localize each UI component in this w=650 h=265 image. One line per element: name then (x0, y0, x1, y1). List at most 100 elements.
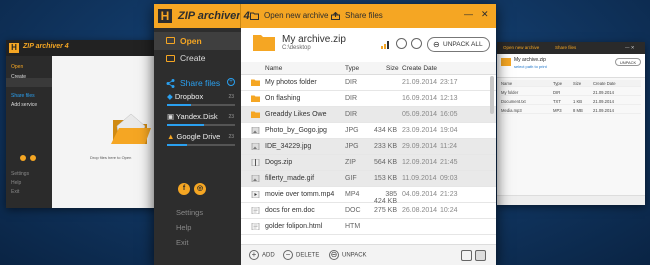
file-date: 11.09.2014 (402, 175, 437, 182)
background-bottom-ribbon (497, 195, 645, 205)
yandex-disk-usage-bar (167, 124, 235, 126)
file-row[interactable]: My photos folder DIR 21.09.2014 23:17 (241, 75, 496, 91)
file-row[interactable]: Photo_by_Gogo.jpg JPG 434 KB 23.09.2014 19:0… (241, 123, 496, 139)
minimize-button[interactable]: — (464, 9, 473, 19)
background-row: Media.mp3 MP3 8 MB 21.09.2014 (501, 107, 641, 114)
unpack-all-button[interactable]: ⊖ UNPACK ALL (427, 37, 490, 52)
background-column-headers: Name Type Size Create Date (501, 80, 641, 87)
background-row: Document.txt TXT 1 KB 21.09.2014 (501, 98, 641, 105)
background-open-item: Open (11, 64, 24, 70)
grid-view-icon[interactable] (475, 250, 486, 261)
archive-path: C:\desktop (282, 45, 311, 51)
unpack-button[interactable]: ⊖ UNPACK (329, 250, 367, 260)
file-time: 21:45 (440, 159, 458, 166)
background-unpack-button: UNPACK (615, 58, 641, 66)
sidebar-item-dropbox-label: Dropbox (174, 92, 204, 101)
sidebar-item-dropbox[interactable]: ◆ Dropbox (167, 92, 203, 101)
file-type: DIR (345, 95, 358, 102)
file-time: 12:13 (440, 95, 458, 102)
folder-open-icon (166, 37, 175, 44)
file-row[interactable]: golder folipon.html HTM (241, 219, 496, 235)
file-row[interactable]: Greaddy Likes Owe DIR 05.09.2014 16:05 (241, 107, 496, 123)
file-time: 10:24 (440, 207, 458, 214)
file-name: golder folipon.html (265, 223, 323, 230)
open-new-archive-button[interactable]: Open new archive (250, 11, 328, 20)
google-drive-usage-bar (167, 144, 235, 146)
file-row[interactable]: IDE_34229.jpg JPG 233 KB 29.09.2014 11:24 (241, 139, 496, 155)
sidebar-item-help[interactable]: Help (176, 223, 191, 232)
sidebar-share-files-label: Share files (180, 78, 221, 88)
zip-file-icon (251, 159, 260, 166)
document-file-icon (251, 223, 260, 230)
file-type: DIR (345, 79, 358, 86)
sidebar-item-open-label: Open (180, 36, 202, 46)
sidebar-share-files-header[interactable]: Share files + (154, 76, 241, 90)
unpack-all-label: UNPACK ALL (443, 41, 483, 48)
file-row[interactable]: docs for em.doc DOC 275 KB 26.08.2014 10:24 (241, 203, 496, 219)
file-row[interactable]: movie over tomm.mp4 MP4 385 424 KB 04.09.20… (241, 187, 496, 205)
background-row: My folder DIR 21.09.2014 (501, 89, 641, 96)
file-name: On flashing (265, 95, 301, 102)
compression-level-icon (381, 41, 389, 49)
list-view-icon[interactable] (461, 250, 472, 261)
file-date: 21.09.2014 (402, 79, 438, 86)
sidebar-item-create[interactable]: Create (154, 50, 241, 66)
file-size: 233 KB (374, 143, 397, 150)
image-file-icon (251, 175, 260, 182)
lock-icon[interactable] (396, 38, 407, 49)
minus-icon: − (283, 250, 293, 260)
close-button[interactable]: ✕ (481, 9, 489, 20)
file-size: 564 KB (374, 159, 397, 166)
file-name: IDE_34229.jpg (265, 143, 312, 150)
folder-icon (251, 79, 260, 86)
file-time: 09:03 (440, 175, 458, 182)
sidebar-item-google-drive[interactable]: ▲ Google Drive (167, 132, 220, 141)
background-create-item: Create (11, 74, 27, 80)
column-header-type[interactable]: Type (345, 65, 359, 72)
dropbox-icon: ◆ (167, 92, 175, 101)
create-archive-icon (166, 55, 175, 62)
facebook-icon (20, 155, 26, 161)
column-header-size[interactable]: Size (386, 65, 399, 72)
google-drive-count: 23 (228, 134, 234, 140)
add-button[interactable]: + ADD (249, 250, 275, 260)
file-list-scrollbar[interactable] (490, 76, 494, 231)
instagram-icon (30, 155, 36, 161)
file-name: My photos folder (265, 79, 317, 86)
instagram-icon[interactable]: ◎ (194, 183, 206, 195)
add-service-icon[interactable]: + (227, 78, 235, 86)
sidebar-item-settings[interactable]: Settings (176, 208, 203, 217)
facebook-icon[interactable]: f (178, 183, 190, 195)
file-time: 16:05 (440, 111, 458, 118)
column-header-create-date[interactable]: Create Date (402, 65, 437, 72)
sidebar: Open Create Share files + ◆ Dropbox 23 ▣… (154, 28, 241, 265)
background-window-left-title: ZIP archiver 4 (23, 43, 69, 50)
info-icon[interactable] (411, 38, 422, 49)
unpack-all-icon: ⊖ (433, 40, 440, 49)
app-title: ZIP archiver 4 (178, 10, 250, 22)
background-add-service: Add service (11, 102, 38, 108)
yandex-disk-usage-fill (167, 124, 205, 126)
sidebar-item-open[interactable]: Open (154, 32, 241, 50)
column-header-name[interactable]: Name (265, 65, 282, 72)
file-row[interactable]: fillerty_made.gif GIF 153 KB 11.09.2014 09:0… (241, 171, 496, 187)
dropbox-usage-bar (167, 104, 235, 106)
file-time: 21:23 (440, 191, 458, 198)
share-files-label: Share files (345, 11, 383, 20)
background-share-files: Share files (555, 45, 577, 50)
google-drive-usage-fill (167, 144, 188, 146)
file-row[interactable]: On flashing DIR 16.09.2014 12:13 (241, 91, 496, 107)
scrollbar-thumb[interactable] (490, 76, 494, 114)
file-date: 26.08.2014 (402, 207, 438, 214)
file-row[interactable]: Dogs.zip ZIP 564 KB 12.09.2014 21:45 (241, 155, 496, 171)
share-files-button[interactable]: Share files (331, 11, 383, 20)
sidebar-item-exit[interactable]: Exit (176, 238, 189, 247)
open-new-archive-label: Open new archive (264, 11, 329, 20)
file-size: 434 KB (374, 127, 397, 134)
file-type: GIF (345, 175, 357, 182)
video-file-icon (251, 191, 260, 198)
delete-button[interactable]: − DELETE (283, 250, 319, 260)
background-drop-hint: Drop files here to Open (90, 155, 132, 160)
sidebar-item-yandex-disk[interactable]: ▣ Yandex.Disk (167, 112, 218, 121)
background-share-item: Share files (11, 93, 35, 99)
